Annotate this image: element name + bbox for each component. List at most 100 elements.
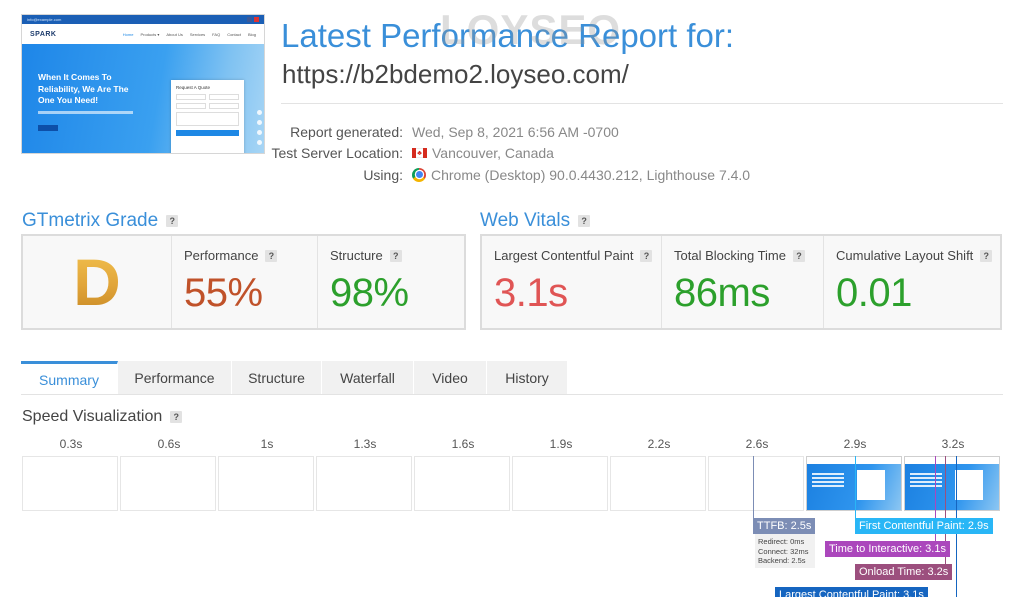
page-screenshot-thumbnail[interactable]: info@example.com SPARK Home Products ▾ Abo… (21, 14, 265, 154)
meta-value: Chrome (Desktop) 90.0.4430.212, Lighthou… (412, 167, 750, 183)
filmstrip-frame-screenshot[interactable] (806, 456, 902, 511)
help-icon[interactable]: ? (578, 215, 591, 227)
filmstrip-frame-screenshot[interactable] (904, 456, 1000, 511)
tab-summary[interactable]: Summary (21, 361, 118, 395)
help-icon[interactable]: ? (389, 249, 402, 262)
fcp-marker[interactable]: First Contentful Paint: 2.9s (855, 518, 993, 534)
help-icon[interactable]: ? (793, 249, 805, 262)
time-label: 1.6s (451, 437, 475, 451)
filmstrip-frame[interactable] (316, 456, 412, 511)
lcp-value: 3.1s (494, 271, 568, 315)
timeline-labels: 0.3s 0.6s 1s 1.3s 1.6s 1.9s 2.2s 2.6s 2.… (22, 437, 1001, 453)
tti-marker[interactable]: Time to Interactive: 3.1s (825, 541, 950, 557)
ttfb-line (753, 456, 754, 521)
grade-letter: D (73, 245, 121, 319)
gtmetrix-grade-heading: GTmetrix Grade ? (22, 210, 179, 232)
thumbnail-topbar: info@example.com (22, 15, 264, 24)
fcp-line (855, 456, 856, 521)
meta-value: ♣ Vancouver, Canada (412, 145, 554, 161)
tbt-label: Total Blocking Time ? (674, 248, 823, 263)
tab-waterfall[interactable]: Waterfall (322, 361, 414, 395)
time-label: 2.9s (843, 437, 867, 451)
thumbnail-nav: SPARK Home Products ▾ About Us Services FAQ C… (22, 24, 264, 44)
meta-label: Using: (363, 166, 403, 183)
section-title: GTmetrix Grade (22, 210, 159, 231)
section-title: Speed Visualization (22, 408, 163, 425)
lcp-cell: Largest Contentful Paint ? 3.1s (482, 236, 661, 328)
ttfb-breakdown: Redirect: 0ms Connect: 32ms Backend: 2.5… (755, 534, 815, 568)
thumbnail-form-title: Request A Quote (176, 85, 211, 90)
thumbnail-logo: SPARK (30, 30, 57, 38)
onload-marker[interactable]: Onload Time: 3.2s (855, 564, 953, 580)
tab-structure[interactable]: Structure (232, 361, 322, 395)
web-vitals-panel: Largest Contentful Paint ? 3.1s Total Bl… (480, 234, 1002, 330)
meta-value: Wed, Sep 8, 2021 6:56 AM -0700 (412, 123, 619, 140)
lcp-label: Largest Contentful Paint ? (494, 248, 661, 263)
tabs-divider (21, 394, 1003, 395)
help-icon[interactable]: ? (166, 215, 179, 227)
time-label: 0.3s (59, 437, 83, 451)
cls-label: Cumulative Layout Shift ? (836, 248, 1000, 263)
gtmetrix-grade-panel: D Performance ? 55% Structure ? 98% (21, 234, 466, 330)
help-icon[interactable]: ? (265, 249, 278, 262)
header-divider (281, 103, 1003, 104)
help-icon[interactable]: ? (170, 411, 183, 423)
time-label: 2.2s (647, 437, 671, 451)
meta-row-generated: Report generated: Wed, Sep 8, 2021 6:56 … (240, 121, 800, 143)
tbt-cell: Total Blocking Time ? 86ms (661, 236, 823, 328)
cls-value: 0.01 (836, 271, 912, 315)
meta-row-using: Using: Chrome (Desktop) 90.0.4430.212, L… (240, 164, 800, 186)
report-tabs: Summary Performance Structure Waterfall … (21, 361, 568, 395)
grade-cell: D (23, 236, 171, 328)
performance-cell: Performance ? 55% (171, 236, 317, 328)
thumbnail-hero-subtext (38, 111, 133, 114)
thumbnail-email: info@example.com (27, 17, 62, 22)
report-meta: Report generated: Wed, Sep 8, 2021 6:56 … (240, 121, 800, 186)
filmstrip-frame[interactable] (120, 456, 216, 511)
performance-score: 55% (184, 271, 263, 315)
tab-video[interactable]: Video (414, 361, 487, 395)
chrome-icon (412, 167, 426, 182)
time-label: 1.9s (549, 437, 573, 451)
filmstrip-frame[interactable] (22, 456, 118, 511)
meta-label: Report generated: (290, 123, 403, 140)
ttfb-marker[interactable]: TTFB: 2.5s (753, 518, 816, 534)
section-title: Web Vitals (480, 210, 571, 231)
thumbnail-hero-title: When It Comes To Reliability, We Are The… (38, 72, 129, 105)
help-icon[interactable]: ? (980, 249, 993, 262)
time-label: 1s (260, 437, 274, 451)
structure-score: 98% (330, 271, 409, 315)
canada-flag-icon: ♣ (412, 148, 427, 159)
ttfb-backend: Backend: 2.5s (758, 556, 806, 565)
web-vitals-heading: Web Vitals ? (480, 210, 591, 232)
thumbnail-hero: When It Comes To Reliability, We Are The… (22, 44, 264, 153)
speed-visualization-heading: Speed Visualization ? (22, 408, 183, 426)
time-label: 1.3s (353, 437, 377, 451)
thumbnail-quote-form: Request A Quote (171, 80, 244, 153)
browser-text: Chrome (Desktop) 90.0.4430.212, Lighthou… (431, 166, 751, 183)
lcp-marker[interactable]: Largest Contentful Paint: 3.1s (775, 587, 928, 597)
location-text: Vancouver, Canada (432, 145, 554, 162)
filmstrip-frame[interactable] (512, 456, 608, 511)
time-label: 3.2s (941, 437, 965, 451)
meta-label: Test Server Location: (271, 145, 403, 162)
report-title: Latest Performance Report for: (281, 17, 735, 54)
structure-label: Structure ? (330, 248, 464, 263)
meta-row-location: Test Server Location: ♣ Vancouver, Canad… (240, 143, 800, 165)
filmstrip-frame[interactable] (218, 456, 314, 511)
time-label: 2.6s (745, 437, 769, 451)
filmstrip-frame[interactable] (610, 456, 706, 511)
filmstrip-frame[interactable] (708, 456, 804, 511)
ttfb-redirect: Redirect: 0ms (758, 537, 805, 546)
ttfb-connect: Connect: 32ms (758, 546, 809, 556)
filmstrip-frame[interactable] (414, 456, 510, 511)
cls-cell: Cumulative Layout Shift ? 0.01 (823, 236, 1000, 328)
thumbnail-hero-button (38, 125, 58, 131)
tab-performance[interactable]: Performance (118, 361, 232, 395)
thumbnail-menu: Home Products ▾ About Us Services FAQ Contact… (122, 31, 256, 37)
performance-label: Performance ? (184, 248, 317, 263)
tab-history[interactable]: History (487, 361, 568, 395)
help-icon[interactable]: ? (640, 249, 653, 262)
report-url[interactable]: https://b2bdemo2.loyseo.com/ (282, 59, 629, 90)
time-label: 0.6s (157, 437, 181, 451)
